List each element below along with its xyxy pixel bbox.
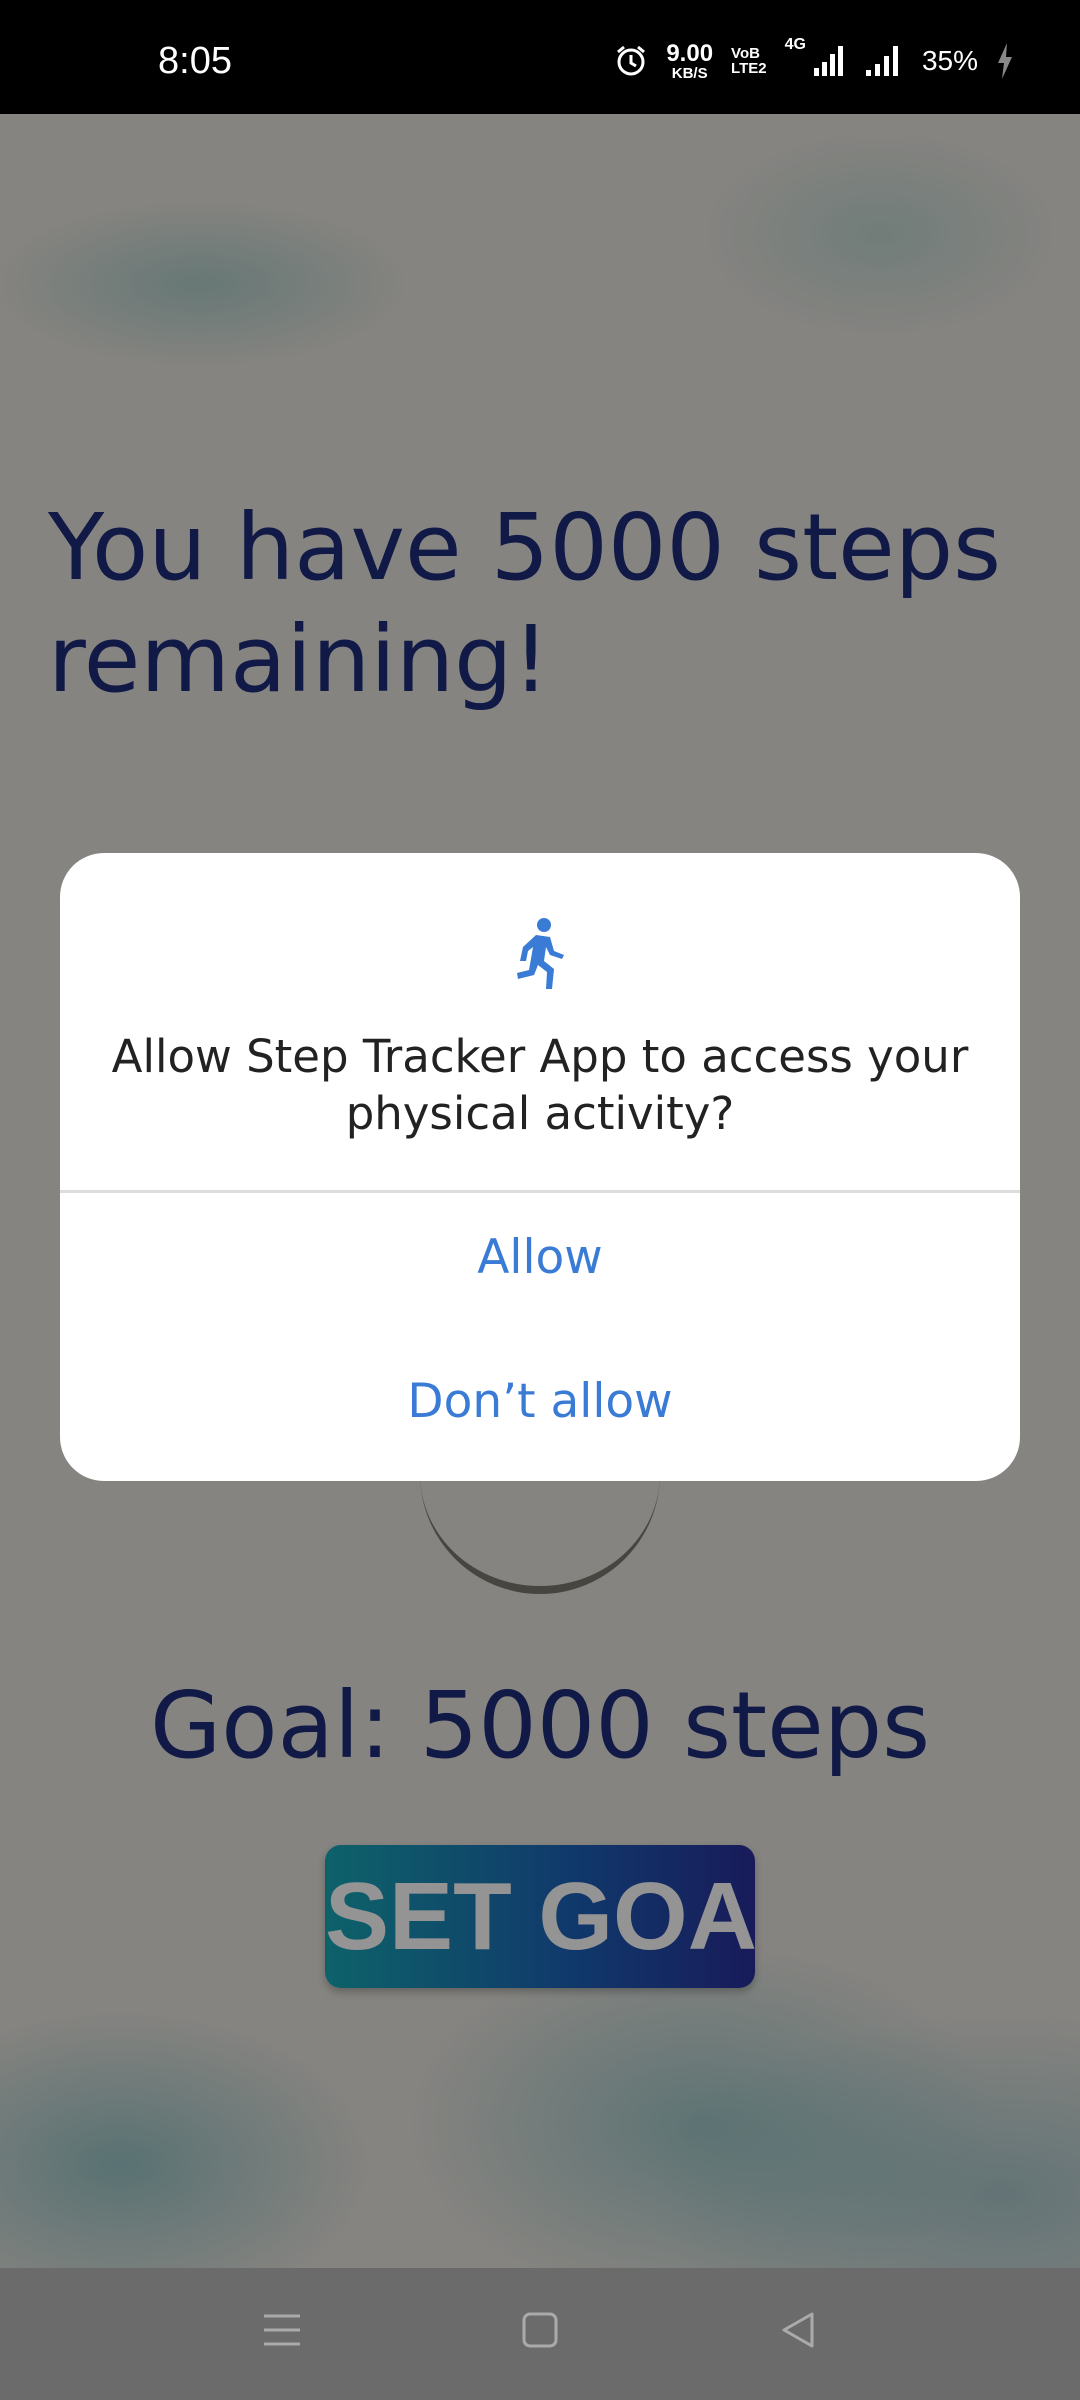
signal-icon-sim2 bbox=[864, 44, 904, 78]
allow-button[interactable]: Allow bbox=[60, 1193, 1020, 1323]
battery-percentage: 35% bbox=[921, 45, 978, 76]
network-type: 4G bbox=[784, 36, 806, 53]
charging-bolt-icon bbox=[996, 43, 1014, 79]
volte-bottom: LTE2 bbox=[731, 60, 767, 77]
volte-top: VoB bbox=[731, 45, 760, 62]
permission-dialog: Allow Step Tracker App to access your ph… bbox=[60, 853, 1020, 1481]
dialog-title: Allow Step Tracker App to access your ph… bbox=[111, 1030, 969, 1140]
alarm-icon bbox=[614, 44, 648, 78]
network-speed-value: 9.00 bbox=[666, 39, 714, 67]
volte-indicator: VoB LTE2 bbox=[731, 46, 767, 76]
navigation-bar bbox=[0, 2268, 1080, 2400]
menu-icon[interactable] bbox=[262, 2310, 302, 2355]
signal-icon-sim1 bbox=[812, 44, 846, 78]
back-triangle-icon[interactable] bbox=[778, 2310, 818, 2355]
status-bar: 8:05 9.00 KB/S VoB LTE2 4G 35% bbox=[0, 0, 1080, 114]
network-speed: 9.00 KB/S bbox=[666, 39, 714, 82]
network-speed-unit: KB/S bbox=[671, 64, 708, 82]
status-icons: 9.00 KB/S VoB LTE2 4G 35% bbox=[614, 36, 1014, 86]
home-square-icon[interactable] bbox=[520, 2310, 560, 2355]
status-time: 8:05 bbox=[158, 40, 232, 82]
directions-run-icon bbox=[60, 917, 1020, 991]
dont-allow-button[interactable]: Don’t allow bbox=[60, 1337, 1020, 1467]
